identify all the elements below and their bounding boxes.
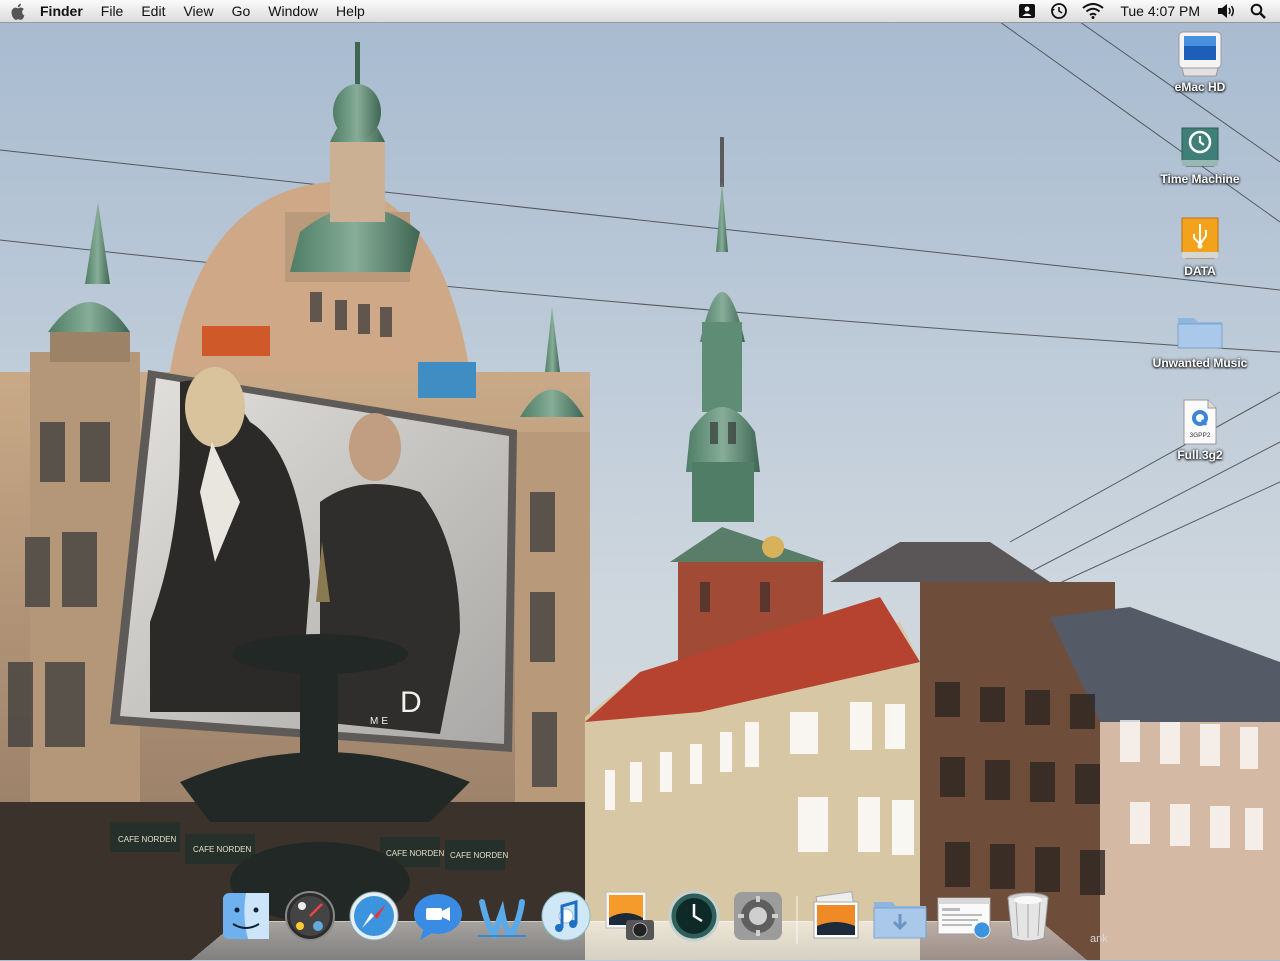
desktop-icon-label: Time Machine <box>1160 172 1240 186</box>
iphoto-icon[interactable] <box>602 888 658 944</box>
menu-finder[interactable]: Finder <box>34 0 92 22</box>
desktop-icon-full-3g2[interactable]: 3GPP2 Full.3g2 <box>1120 398 1280 462</box>
web-page-document-icon[interactable] <box>936 888 992 944</box>
menu-extras: Tue 4:07 PM <box>1011 0 1280 22</box>
desktop-icon-unwanted-music[interactable]: Unwanted Music <box>1120 306 1280 370</box>
ichat-icon[interactable] <box>410 888 466 944</box>
menu-file[interactable]: File <box>92 0 133 22</box>
desktop-icon-emac-hd[interactable]: eMac HD <box>1120 30 1280 94</box>
desktop-icon-time-machine[interactable]: Time Machine <box>1120 122 1280 186</box>
wifi-icon[interactable] <box>1075 0 1111 22</box>
apple-menu-icon[interactable] <box>0 0 34 22</box>
system-preferences-icon[interactable] <box>730 888 786 944</box>
time-machine-icon[interactable] <box>1043 0 1075 22</box>
storefront-sign: CAFE NORDEN <box>193 845 251 854</box>
dock <box>218 880 1056 944</box>
time-machine-drive-icon <box>1176 122 1224 170</box>
menu-help[interactable]: Help <box>327 0 374 22</box>
trash-icon[interactable] <box>1000 888 1056 944</box>
menu-window[interactable]: Window <box>259 0 327 22</box>
storefront-sign: CAFE NORDEN <box>118 835 176 844</box>
desktop-icon-label: eMac HD <box>1174 80 1226 94</box>
spotlight-icon[interactable] <box>1243 0 1280 22</box>
bank-sign: ank <box>1090 933 1108 945</box>
desktop-icon-label: Full.3g2 <box>1177 448 1223 462</box>
menubar-clock[interactable]: Tue 4:07 PM <box>1111 3 1209 19</box>
storefront-sign: CAFE NORDEN <box>450 851 508 860</box>
file-type-badge: 3GPP2 <box>1190 432 1211 439</box>
desktop-icon-data[interactable]: DATA <box>1120 214 1280 278</box>
usb-drive-icon <box>1176 214 1224 262</box>
quicktime-3gpp2-file-icon: 3GPP2 <box>1176 398 1224 446</box>
desktop-wallpaper: D ME CAFE NORDEN CAFE NORDEN CAFE NORDEN… <box>0 22 1280 960</box>
folder-icon <box>1176 306 1224 354</box>
safari-icon[interactable] <box>346 888 402 944</box>
pictures-stack-icon[interactable] <box>808 888 864 944</box>
billboard-text: D <box>400 686 426 719</box>
menu-bar: Finder File Edit View Go Window Help Tue… <box>0 0 1280 23</box>
user-switcher-icon[interactable] <box>1011 0 1043 22</box>
downloads-folder-icon[interactable] <box>872 888 928 944</box>
desktop-icon-label: Unwanted Music <box>1152 356 1248 370</box>
volume-icon[interactable] <box>1209 0 1243 22</box>
time-machine-icon[interactable] <box>666 888 722 944</box>
desktop-icon-label: DATA <box>1184 264 1216 278</box>
hard-drive-icon <box>1176 30 1224 78</box>
iweb-icon[interactable] <box>474 888 530 944</box>
storefront-sign: CAFE NORDEN <box>386 849 444 858</box>
billboard-subtext: ME <box>370 716 391 727</box>
menu-view[interactable]: View <box>174 0 222 22</box>
dashboard-icon[interactable] <box>282 888 338 944</box>
menu-edit[interactable]: Edit <box>132 0 174 22</box>
finder-icon[interactable] <box>218 888 274 944</box>
itunes-icon[interactable] <box>538 888 594 944</box>
dock-separator <box>796 896 798 944</box>
menu-go[interactable]: Go <box>223 0 260 22</box>
